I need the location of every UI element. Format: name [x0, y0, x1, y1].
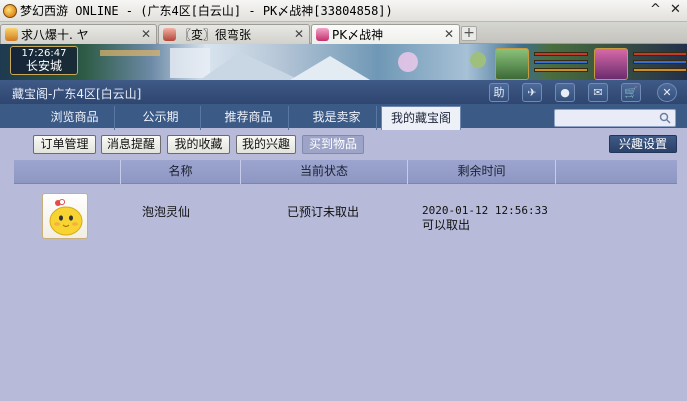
- treasure-pavilion-panel: 藏宝阁-广东4区[白云山] 助 ✈ ● ✉ 🛒 ✕ 浏览商品 公示期 推荐商品 …: [0, 80, 687, 401]
- order-management-button[interactable]: 订单管理: [33, 135, 96, 154]
- column-header-icon: [14, 160, 121, 184]
- item-name: 泡泡灵仙: [142, 205, 191, 219]
- help-button[interactable]: 助: [489, 83, 509, 102]
- table-row[interactable]: 泡泡灵仙 已预订未取出 2020-01-12 12:56:33 可以取出: [14, 185, 677, 251]
- window-title: 梦幻西游 ONLINE - (广东4区[白云山] - PK〆战神[3380485…: [20, 4, 393, 18]
- purchased-items-button[interactable]: 买到物品: [302, 135, 364, 154]
- character-avatar-icon: [5, 28, 18, 41]
- message-reminder-button[interactable]: 消息提醒: [101, 135, 161, 154]
- player-hp-bar: [633, 52, 687, 56]
- message-button[interactable]: ✉: [588, 83, 608, 102]
- player-mp-bar: [633, 60, 687, 64]
- my-interests-button[interactable]: 我的兴趣: [236, 135, 296, 154]
- pet-avatar[interactable]: [495, 48, 529, 80]
- item-time-note: 可以取出: [422, 218, 471, 232]
- search-input[interactable]: [554, 109, 676, 127]
- pet-hp-bar: [534, 52, 588, 56]
- tab-close-icon[interactable]: ✕: [294, 27, 304, 41]
- tab-label: PK〆战神: [332, 28, 384, 42]
- tab-label: 求八爆十. ヤ: [21, 28, 89, 42]
- bubble-spirit-icon[interactable]: [42, 193, 88, 239]
- my-favorites-button[interactable]: 我的收藏: [167, 135, 230, 154]
- character-avatar-icon: [163, 28, 176, 41]
- city-name: 长安城: [25, 59, 62, 73]
- minimize-button[interactable]: ^: [650, 2, 661, 17]
- tab-seller[interactable]: 我是卖家: [297, 106, 377, 130]
- tab-close-icon[interactable]: ✕: [141, 27, 151, 41]
- item-status: 已预订未取出: [287, 205, 360, 219]
- new-tab-button[interactable]: +: [461, 26, 477, 41]
- tab-close-icon[interactable]: ✕: [444, 27, 454, 41]
- tab-label: 〖変〗很弯张: [179, 28, 252, 42]
- tab-public-period[interactable]: 公示期: [121, 106, 201, 130]
- column-header-extra: [556, 160, 677, 184]
- column-header-status: 当前状态: [241, 160, 408, 184]
- share-button[interactable]: ✈: [522, 83, 542, 102]
- tab-2[interactable]: PK〆战神 ✕: [311, 24, 460, 44]
- app-icon: [3, 3, 17, 18]
- interest-settings-button[interactable]: 兴趣设置: [609, 135, 677, 153]
- column-header-name: 名称: [121, 160, 241, 184]
- panel-title: 藏宝阁-广东4区[白云山]: [12, 87, 142, 101]
- cart-button[interactable]: 🛒: [621, 83, 641, 102]
- search-icon[interactable]: [659, 112, 671, 124]
- close-panel-button[interactable]: ✕: [657, 83, 677, 102]
- tab-1[interactable]: 〖変〗很弯张 ✕: [158, 24, 310, 44]
- player-avatar[interactable]: [594, 48, 628, 80]
- player-exp-bar: [633, 68, 687, 72]
- tab-bar: 求八爆十. ヤ ✕ 〖変〗很弯张 ✕ PK〆战神 ✕ +: [0, 22, 687, 44]
- tab-0[interactable]: 求八爆十. ヤ ✕: [0, 24, 157, 44]
- tab-my-pavilion[interactable]: 我的藏宝阁: [381, 106, 461, 130]
- purchased-items-table: 名称 当前状态 剩余时间 泡泡灵仙 已预订未取出 2020-01-12 12:5…: [14, 160, 677, 401]
- character-avatar-icon: [316, 28, 329, 41]
- pet-mp-bar: [534, 60, 588, 64]
- pet-exp-bar: [534, 68, 588, 72]
- tab-recommended[interactable]: 推荐商品: [209, 106, 289, 130]
- column-header-time: 剩余时间: [408, 160, 556, 184]
- sub-nav: 订单管理 消息提醒 我的收藏 我的兴趣 买到物品: [0, 130, 687, 158]
- tab-browse[interactable]: 浏览商品: [35, 106, 115, 130]
- record-button[interactable]: ●: [555, 83, 575, 102]
- panel-header: 藏宝阁-广东4区[白云山] 助 ✈ ● ✉ 🛒 ✕: [0, 80, 687, 104]
- close-window-button[interactable]: ✕: [670, 2, 681, 17]
- table-header: 名称 当前状态 剩余时间: [14, 160, 677, 184]
- clock-time: 17:26:47: [21, 48, 67, 59]
- game-clock: 17:26:47 长安城: [10, 46, 78, 75]
- window-titlebar: 梦幻西游 ONLINE - (广东4区[白云山] - PK〆战神[3380485…: [0, 0, 687, 22]
